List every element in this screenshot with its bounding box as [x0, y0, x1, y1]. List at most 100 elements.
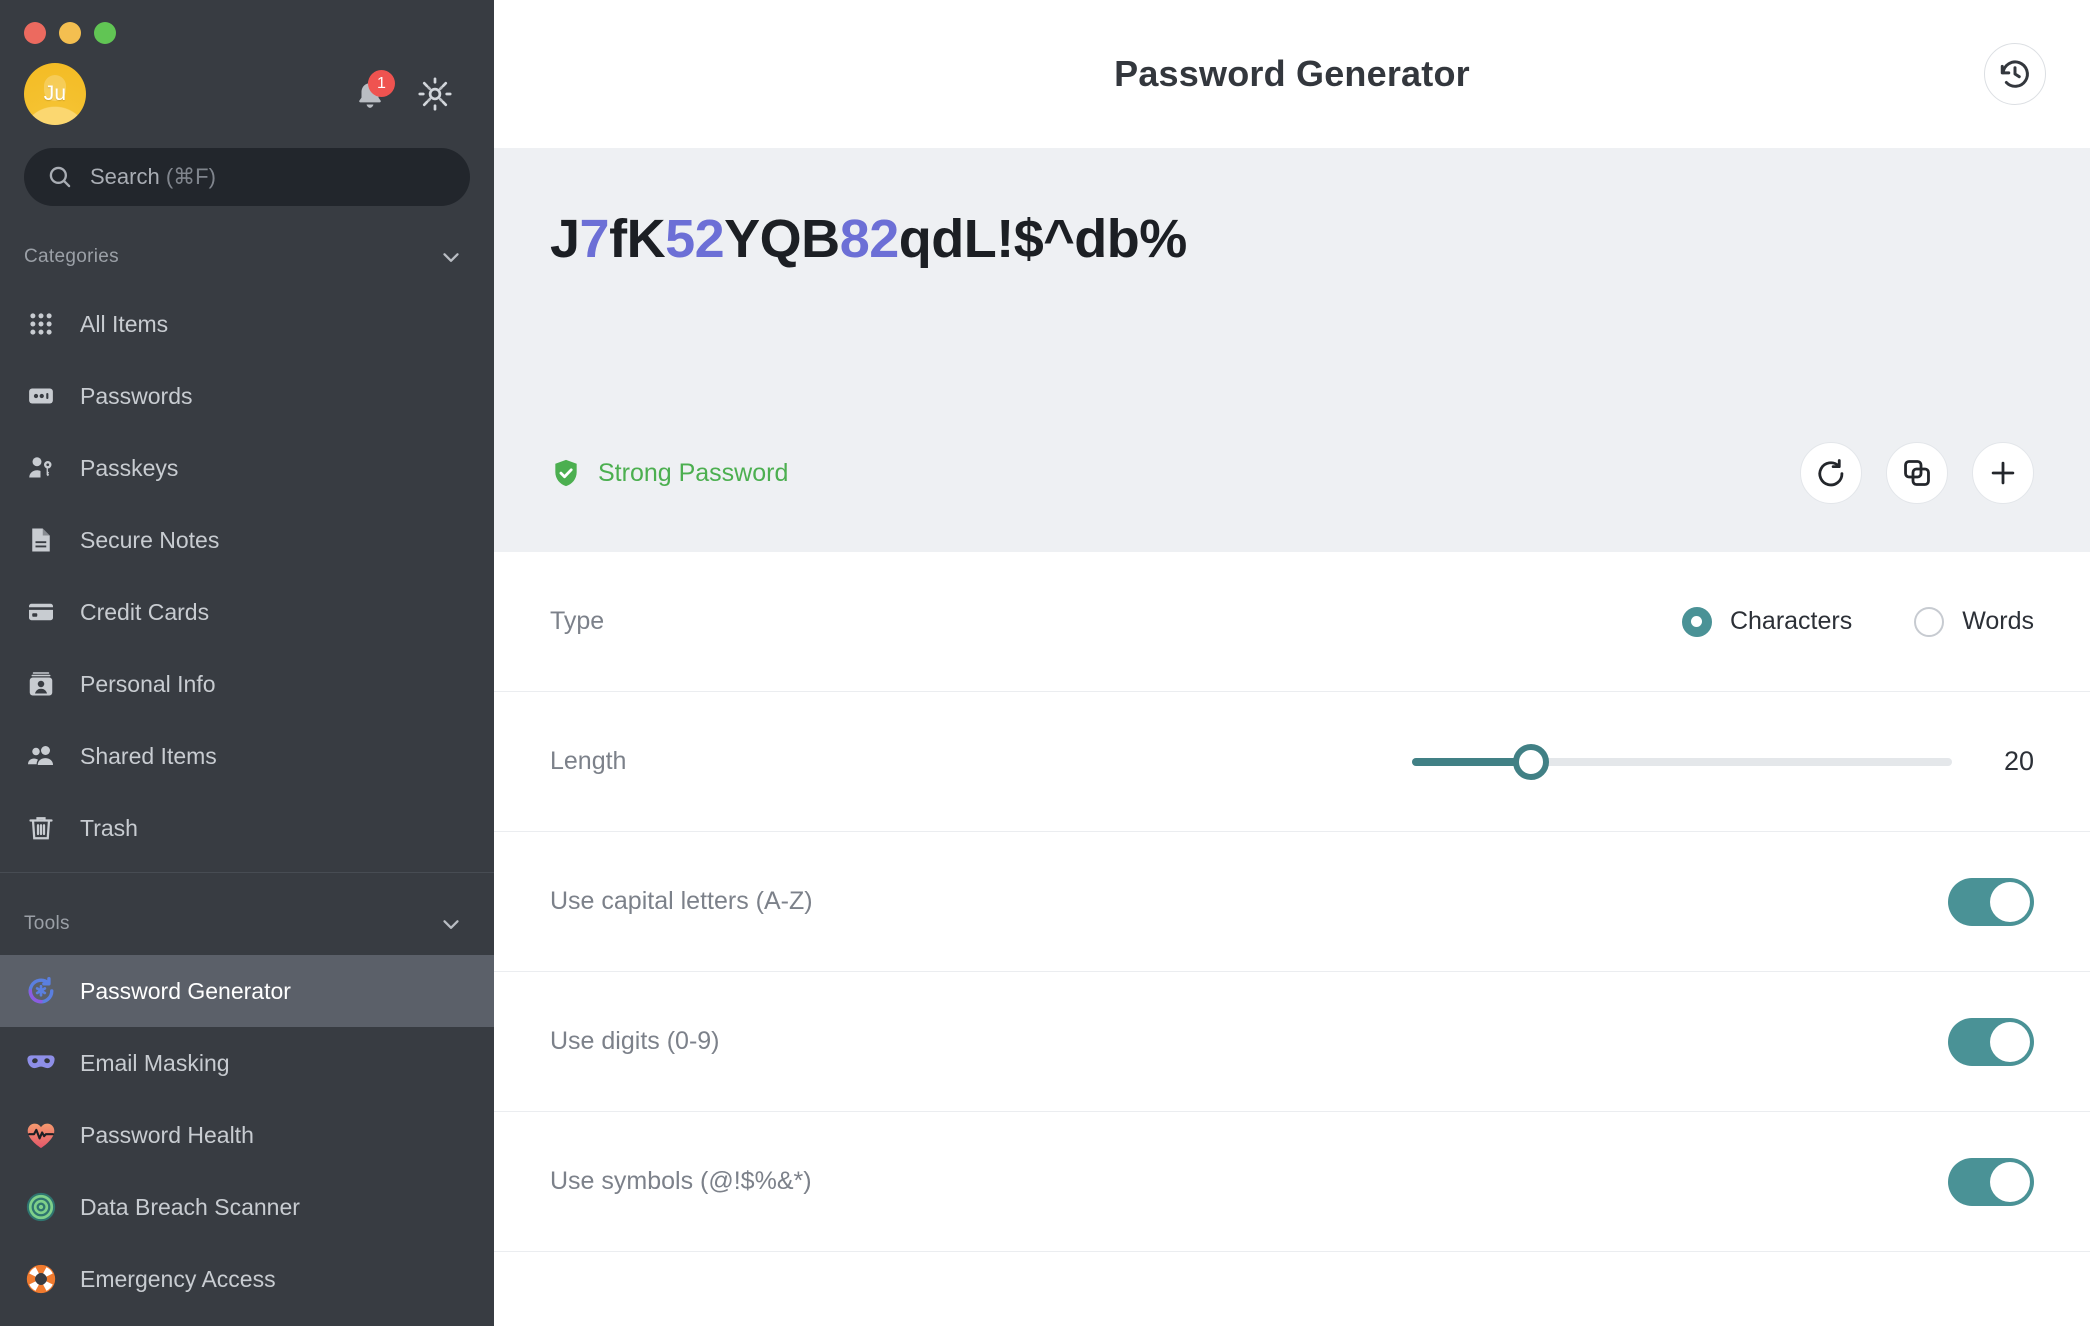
- password-segment-digits: 82: [839, 209, 900, 269]
- symbols-control: [1948, 1157, 2034, 1206]
- password-segment: qdL!$^db%: [898, 209, 1188, 269]
- setting-row-type: Type Characters Words: [494, 552, 2090, 692]
- password-history-button[interactable]: [1984, 43, 2046, 105]
- shield-check-icon: [555, 459, 577, 487]
- gear-icon: [418, 77, 452, 111]
- copy-password-button[interactable]: [1886, 442, 1948, 504]
- radio-characters[interactable]: Characters: [1681, 606, 1853, 637]
- radio-label: Words: [1962, 607, 2034, 635]
- add-password-button[interactable]: [1972, 442, 2034, 504]
- radio-dot-icon: [1914, 606, 1945, 637]
- categories-section-title: Categories: [24, 246, 119, 267]
- people-icon: [24, 739, 58, 773]
- sidebar-item-label: Passwords: [80, 382, 193, 409]
- sidebar-item-data-breach-scanner[interactable]: Data Breach Scanner: [0, 1171, 494, 1243]
- life-ring-icon: [24, 1262, 58, 1296]
- avatar-initials: Ju: [43, 82, 67, 105]
- sidebar-item-passwords[interactable]: Passwords: [0, 360, 494, 432]
- setting-row-capital-letters: Use capital letters (A-Z): [494, 832, 2090, 972]
- search-placeholder-text: Search: [90, 164, 160, 189]
- page-title: Password Generator: [1114, 53, 1470, 94]
- sidebar-item-all-items[interactable]: All Items: [0, 288, 494, 360]
- length-value: 20: [2003, 746, 2034, 776]
- symbols-label: Use symbols (@!$%&*): [550, 1167, 812, 1195]
- setting-row-symbols: Use symbols (@!$%&*): [494, 1112, 2090, 1252]
- sidebar-item-label: Data Breach Scanner: [80, 1193, 300, 1220]
- minimize-window-button[interactable]: [59, 22, 81, 44]
- plus-icon: [1991, 461, 2015, 485]
- sidebar-item-label: Password Health: [80, 1121, 254, 1148]
- password-actions: [1800, 442, 2034, 504]
- generated-password-value[interactable]: J7fK52YQB82qdL!$^db%: [550, 208, 2034, 270]
- sidebar-item-passkeys[interactable]: Passkeys: [0, 432, 494, 504]
- tools-section-header[interactable]: Tools: [0, 893, 494, 955]
- trash-icon: [24, 811, 58, 845]
- sidebar-item-personal-info[interactable]: Personal Info: [0, 648, 494, 720]
- maximize-window-button[interactable]: [94, 22, 116, 44]
- sidebar-item-label: Password Generator: [80, 977, 291, 1004]
- close-window-button[interactable]: [24, 22, 46, 44]
- sidebar-item-trash[interactable]: Trash: [0, 792, 494, 864]
- regenerate-password-button[interactable]: [1800, 442, 1862, 504]
- id-card-icon: [24, 667, 58, 701]
- copy-icon: [1904, 460, 1930, 486]
- history-clock-icon: [2000, 60, 2029, 88]
- password-segment-digits: 7: [579, 209, 610, 269]
- categories-section-header[interactable]: Categories: [0, 226, 494, 288]
- chevron-down-icon: [443, 920, 459, 929]
- password-field-icon: [24, 379, 58, 413]
- notifications-button[interactable]: 1: [348, 70, 395, 116]
- sidebar-item-label: Secure Notes: [80, 526, 220, 553]
- search-shortcut-hint: (⌘F): [165, 164, 216, 189]
- length-label: Length: [550, 747, 627, 775]
- search-input[interactable]: Search (⌘F): [24, 148, 470, 206]
- capital-letters-control: [1948, 877, 2034, 926]
- radio-dot-icon: [1681, 606, 1712, 637]
- sidebar-account-row: Ju 1: [0, 46, 494, 126]
- type-radio-group: Characters Words: [1681, 606, 2034, 637]
- search-icon: [49, 166, 71, 188]
- heart-pulse-icon: [24, 1118, 58, 1152]
- sidebar-item-shared-items[interactable]: Shared Items: [0, 720, 494, 792]
- sidebar-item-emergency-access[interactable]: Emergency Access: [0, 1243, 494, 1315]
- password-panel-footer: Strong Password: [550, 442, 2034, 504]
- password-segment: YQB: [724, 209, 840, 269]
- sidebar-item-label: Emergency Access: [80, 1265, 276, 1292]
- tools-section-title: Tools: [24, 913, 70, 934]
- sidebar-item-label: Shared Items: [80, 742, 217, 769]
- sidebar-item-label: Email Masking: [80, 1049, 230, 1076]
- credit-card-icon: [24, 595, 58, 629]
- sidebar-item-label: Credit Cards: [80, 598, 210, 625]
- search-placeholder: Search (⌘F): [90, 164, 216, 190]
- toggle-digits[interactable]: [1948, 1017, 2034, 1066]
- password-segment: J: [550, 209, 580, 269]
- sidebar-item-secure-notes[interactable]: Secure Notes: [0, 504, 494, 576]
- sidebar-item-password-generator[interactable]: Password Generator: [0, 955, 494, 1027]
- app-window: Ju 1 Search (⌘F) Categories All Items Pa…: [0, 0, 2090, 1326]
- radio-label: Characters: [1729, 607, 1853, 635]
- password-segment: fK: [609, 209, 666, 269]
- capital-letters-label: Use capital letters (A-Z): [550, 887, 813, 915]
- chevron-down-icon: [443, 253, 459, 262]
- person-key-icon: [24, 451, 58, 485]
- mask-icon: [24, 1046, 58, 1080]
- length-slider-wrap: 20: [1412, 743, 2034, 780]
- settings-button[interactable]: [412, 71, 458, 117]
- sidebar-item-label: All Items: [80, 310, 169, 337]
- sidebar-item-label: Passkeys: [80, 454, 179, 481]
- generated-password-panel: J7fK52YQB82qdL!$^db% Strong Password: [494, 148, 2090, 552]
- type-label: Type: [550, 607, 605, 635]
- length-slider[interactable]: [1412, 743, 1952, 780]
- refresh-asterisk-icon: [24, 974, 58, 1008]
- length-slider-thumb[interactable]: [1512, 743, 1549, 780]
- sidebar-item-credit-cards[interactable]: Credit Cards: [0, 576, 494, 648]
- digits-label: Use digits (0-9): [550, 1027, 720, 1055]
- setting-row-length: Length 20: [494, 692, 2090, 832]
- sidebar-item-email-masking[interactable]: Email Masking: [0, 1027, 494, 1099]
- toggle-symbols[interactable]: [1948, 1157, 2034, 1206]
- avatar[interactable]: Ju: [24, 63, 86, 125]
- sidebar-item-password-health[interactable]: Password Health: [0, 1099, 494, 1171]
- toggle-capital-letters[interactable]: [1948, 877, 2034, 926]
- refresh-icon: [1818, 459, 1844, 487]
- radio-words[interactable]: Words: [1914, 606, 2034, 637]
